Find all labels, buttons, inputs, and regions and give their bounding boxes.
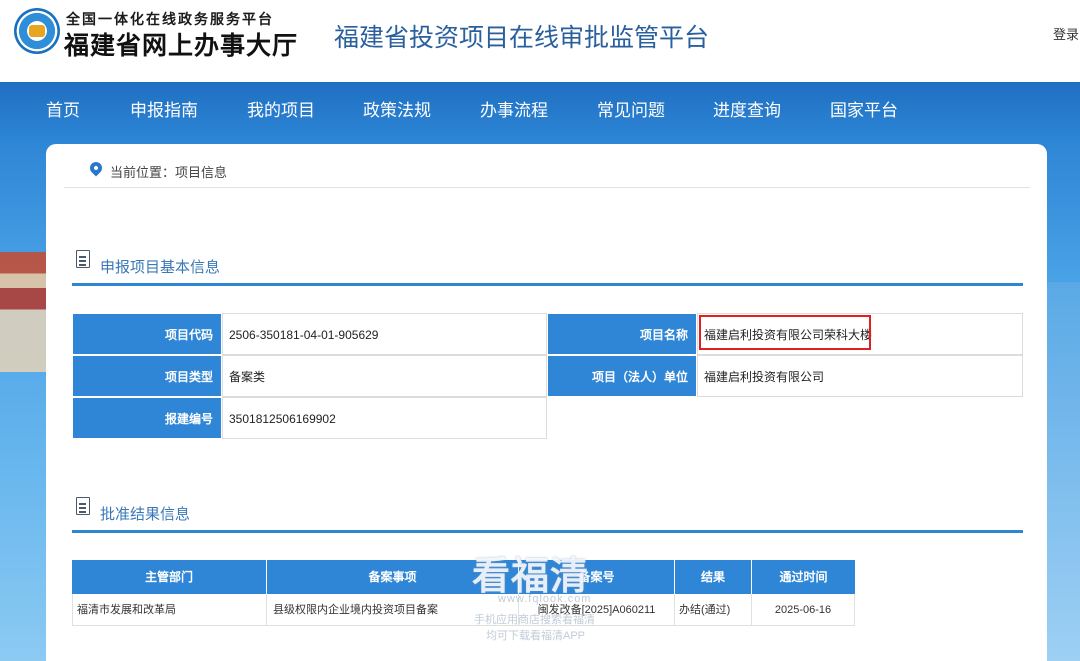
nav-item-national-platform[interactable]: 国家平台 — [830, 96, 898, 121]
site-header: 全国一体化在线政务服务平台 福建省网上办事大厅 福建省投资项目在线审批监管平台 … — [0, 0, 1080, 82]
field-label-project-code: 项目代码 — [72, 313, 222, 355]
nav-item-my-projects[interactable]: 我的项目 — [247, 96, 315, 121]
nav-item-policies[interactable]: 政策法规 — [363, 96, 431, 121]
landmark-building-decoration — [0, 252, 46, 372]
nav-item-process[interactable]: 办事流程 — [480, 96, 548, 121]
nav-item-progress[interactable]: 进度查询 — [713, 96, 781, 121]
breadcrumb: 当前位置：项目信息 — [64, 154, 1030, 188]
background-decoration — [1047, 282, 1080, 661]
nav-item-home[interactable]: 首页 — [46, 96, 80, 121]
logo-title[interactable]: 福建省网上办事大厅 — [64, 26, 298, 62]
content-card: 当前位置：项目信息 申报项目基本信息 项目代码 2506-350181-04-0… — [46, 144, 1047, 661]
government-emblem-icon[interactable] — [14, 8, 60, 54]
table-cell-department: 福清市发展和改革局 — [72, 594, 267, 626]
basic-info-title: 申报项目基本信息 — [100, 259, 221, 276]
nav-item-faq[interactable]: 常见问题 — [597, 96, 665, 121]
table-cell-pass-date: 2025-06-16 — [752, 594, 855, 626]
document-icon — [76, 250, 90, 268]
main-nav: 首页 申报指南 我的项目 政策法规 办事流程 常见问题 进度查询 国家平台 — [0, 90, 1080, 126]
column-header-filing-item: 备案事项 — [267, 560, 519, 594]
table-cell-filing-item: 县级权限内企业境内投资项目备案 — [267, 594, 519, 626]
column-header-filing-number: 备案号 — [519, 560, 675, 594]
field-value-legal-entity: 福建启利投资有限公司 — [697, 355, 1023, 397]
highlight-box — [699, 315, 871, 350]
table-cell-result: 办结(通过) — [675, 594, 752, 626]
approval-result-header: 批准结果信息 — [72, 495, 1023, 533]
basic-info-header: 申报项目基本信息 — [72, 248, 1023, 286]
column-header-department: 主管部门 — [72, 560, 267, 594]
field-value-project-type: 备案类 — [222, 355, 547, 397]
approval-result-title: 批准结果信息 — [100, 506, 191, 523]
login-link[interactable]: 登录 — [1053, 24, 1079, 43]
column-header-result: 结果 — [675, 560, 752, 594]
nav-item-guide[interactable]: 申报指南 — [130, 96, 198, 121]
field-label-legal-entity: 项目（法人）单位 — [547, 355, 697, 397]
document-icon — [76, 497, 90, 515]
table-cell-filing-number: 闽发改备[2025]A060211 — [519, 594, 675, 626]
site-title: 福建省投资项目在线审批监管平台 — [334, 23, 710, 52]
field-label-project-name: 项目名称 — [547, 313, 697, 355]
location-pin-icon — [87, 159, 105, 177]
field-value-filing-number: 3501812506169902 — [222, 397, 547, 439]
column-header-pass-date: 通过时间 — [752, 560, 855, 594]
field-label-filing-number: 报建编号 — [72, 397, 222, 439]
breadcrumb-text: 当前位置：项目信息 — [110, 165, 228, 180]
field-label-project-type: 项目类型 — [72, 355, 222, 397]
field-value-project-code: 2506-350181-04-01-905629 — [222, 313, 547, 355]
